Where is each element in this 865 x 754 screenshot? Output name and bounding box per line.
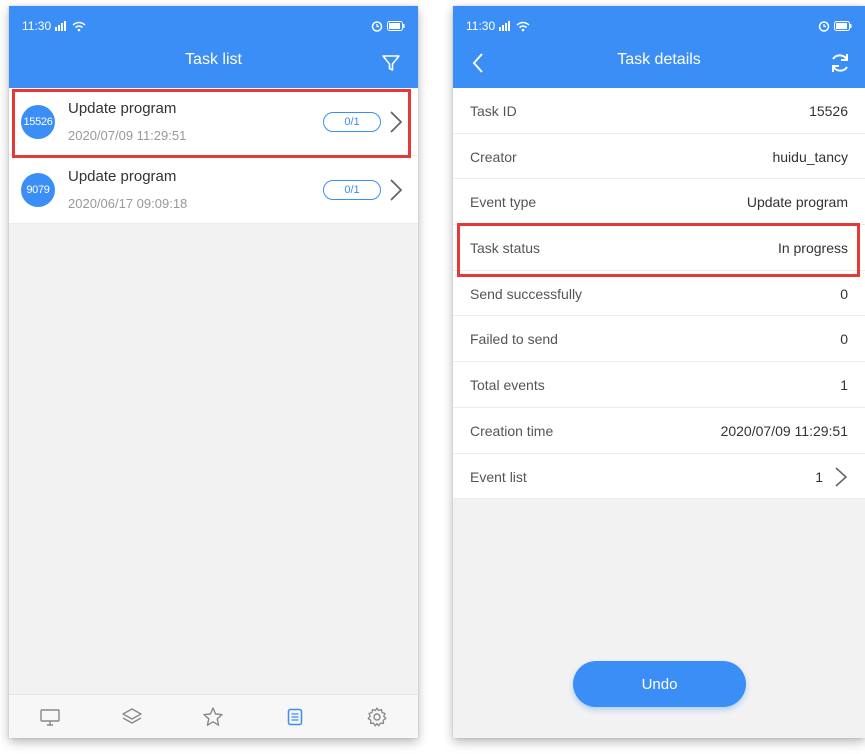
detail-label: Task ID bbox=[470, 103, 517, 119]
undo-button[interactable]: Undo bbox=[573, 661, 746, 707]
chevron-right-icon bbox=[390, 179, 403, 201]
detail-label: Event list bbox=[470, 468, 527, 485]
app-bar: 11:30 Task list bbox=[9, 6, 418, 88]
refresh-button[interactable] bbox=[827, 50, 853, 76]
task-details-screen: 11:30 Task details Task ID 15526 Creator… bbox=[453, 6, 865, 738]
detail-row-creation-time: Creation time 2020/07/09 11:29:51 bbox=[453, 408, 865, 454]
task-details-list: Task ID 15526 Creator huidu_tancy Event … bbox=[453, 88, 865, 500]
detail-label: Creator bbox=[470, 148, 517, 165]
star-icon bbox=[203, 706, 224, 726]
status-time: 11:30 bbox=[466, 19, 496, 33]
detail-label: Task status bbox=[470, 240, 541, 257]
detail-row-event-type: Event type Update program bbox=[453, 179, 865, 226]
detail-value: 15526 bbox=[809, 103, 848, 119]
battery-icon bbox=[834, 21, 852, 31]
detail-value: In progress bbox=[777, 240, 848, 257]
refresh-icon bbox=[832, 54, 848, 72]
battery-icon bbox=[387, 21, 405, 31]
detail-row-event-list[interactable]: Event list 1 bbox=[453, 454, 865, 500]
nav-favorites[interactable] bbox=[196, 700, 230, 734]
task-time: 2020/06/17 09:09:18 bbox=[68, 196, 188, 211]
signal-icon bbox=[499, 21, 511, 31]
detail-value: 0 bbox=[840, 331, 848, 348]
signal-icon bbox=[55, 21, 67, 31]
task-id-badge: 9079 bbox=[21, 173, 55, 207]
detail-row-failed-to-send: Failed to send 0 bbox=[453, 316, 865, 363]
nav-programs[interactable] bbox=[115, 700, 149, 734]
status-bar: 11:30 bbox=[466, 18, 852, 34]
filter-button[interactable] bbox=[378, 50, 404, 76]
task-row[interactable]: 15526 Update program 2020/07/09 11:29:51… bbox=[9, 88, 418, 156]
task-name: Update program bbox=[68, 100, 177, 117]
settings-icon bbox=[367, 706, 387, 726]
status-bar: 11:30 bbox=[22, 18, 405, 34]
task-row[interactable]: 9079 Update program 2020/06/17 09:09:18 … bbox=[9, 156, 418, 224]
detail-value: Update program bbox=[746, 194, 848, 211]
task-name: Update program bbox=[68, 168, 177, 185]
app-bar: 11:30 Task details bbox=[453, 6, 865, 88]
detail-label: Total events bbox=[470, 377, 545, 394]
chevron-right-icon bbox=[390, 111, 403, 133]
page-title: Task details bbox=[617, 51, 701, 68]
detail-row-task-id: Task ID 15526 bbox=[453, 88, 865, 134]
wifi-icon bbox=[72, 21, 86, 31]
detail-row-task-status: Task status In progress bbox=[453, 225, 865, 271]
bottom-nav bbox=[9, 694, 418, 738]
task-id-badge: 15526 bbox=[21, 105, 55, 139]
nav-devices[interactable] bbox=[33, 700, 67, 734]
task-progress-badge: 0/1 bbox=[323, 112, 381, 132]
layers-icon bbox=[121, 707, 142, 724]
task-progress-badge: 0/1 bbox=[323, 180, 381, 200]
detail-label: Failed to send bbox=[470, 331, 558, 348]
wifi-icon bbox=[516, 21, 530, 31]
detail-label: Event type bbox=[470, 194, 537, 211]
detail-value: 1 bbox=[815, 468, 823, 485]
status-time: 11:30 bbox=[22, 19, 52, 33]
task-time: 2020/07/09 11:29:51 bbox=[68, 128, 187, 143]
detail-label: Send successfully bbox=[470, 285, 583, 302]
nav-settings[interactable] bbox=[360, 700, 394, 734]
task-list: 15526 Update program 2020/07/09 11:29:51… bbox=[9, 88, 418, 224]
task-list-screen: 11:30 Task list 15526 Update program 202… bbox=[9, 6, 418, 738]
alarm-icon bbox=[371, 21, 383, 32]
alarm-icon bbox=[818, 21, 830, 32]
detail-value: 1 bbox=[840, 377, 848, 394]
chevron-right-icon bbox=[835, 466, 848, 487]
detail-row-send-successfully: Send successfully 0 bbox=[453, 271, 865, 317]
filter-icon bbox=[382, 55, 400, 71]
detail-row-creator: Creator huidu_tancy bbox=[453, 134, 865, 180]
detail-value: huidu_tancy bbox=[772, 148, 848, 165]
nav-tasks[interactable] bbox=[278, 700, 312, 734]
detail-value: 0 bbox=[840, 285, 848, 302]
detail-label: Creation time bbox=[470, 422, 554, 439]
task-list-icon bbox=[288, 708, 303, 725]
page-title: Task list bbox=[185, 51, 242, 68]
monitor-icon bbox=[40, 708, 60, 726]
detail-value: 2020/07/09 11:29:51 bbox=[720, 422, 848, 439]
detail-row-total-events: Total events 1 bbox=[453, 362, 865, 408]
